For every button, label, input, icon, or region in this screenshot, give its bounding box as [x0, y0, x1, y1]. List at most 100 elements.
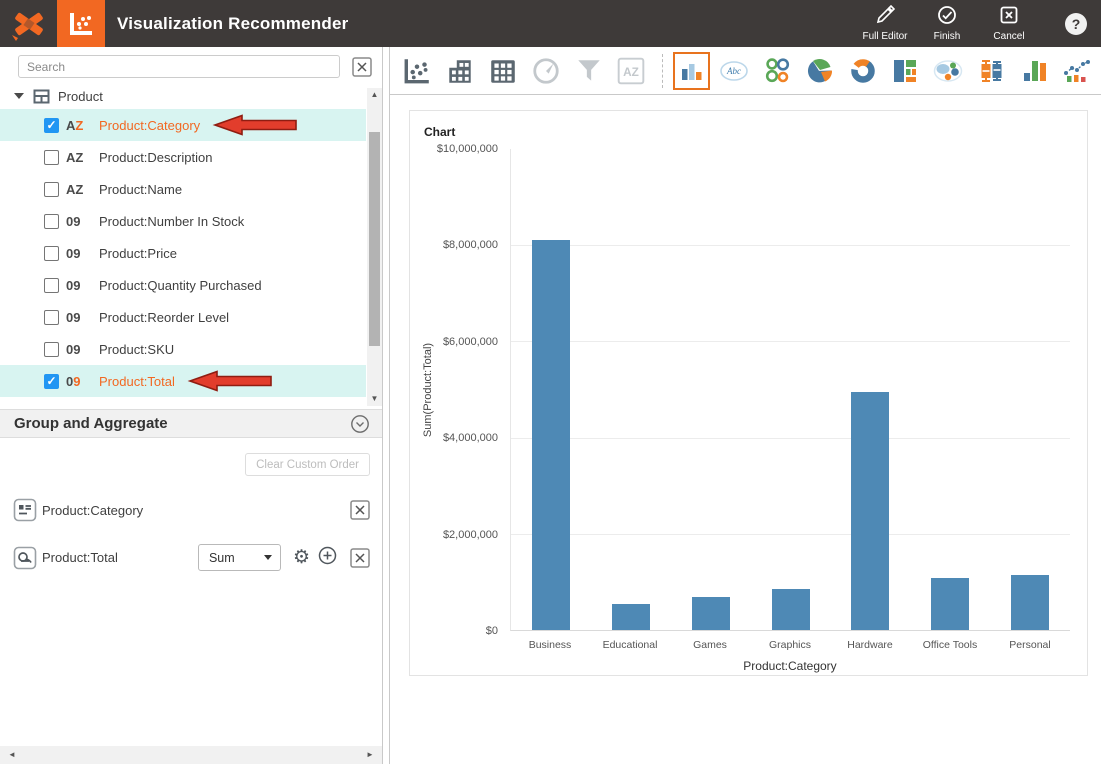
y-tick-label: $10,000,000 [437, 143, 498, 155]
text-field-icon: AZ [66, 182, 88, 197]
field-row[interactable]: 09Product:Reorder Level [0, 301, 366, 333]
measure-icon [13, 546, 37, 570]
aggregate-select[interactable]: Sum [198, 544, 281, 571]
close-square-icon [999, 5, 1019, 28]
scrollbar-thumb[interactable] [369, 132, 380, 346]
field-row[interactable]: 09Product:Total [0, 365, 366, 397]
y-tick-label: $0 [486, 625, 498, 637]
pie-chart-icon[interactable] [801, 52, 838, 90]
field-row[interactable]: 09Product:SKU [0, 333, 366, 365]
chart-title: Chart [424, 125, 455, 139]
field-label: Product:Total [99, 374, 175, 389]
caret-down-icon[interactable] [14, 93, 24, 99]
toolbar-separator [662, 54, 663, 88]
gridline [511, 245, 1070, 246]
word-cloud-icon[interactable]: Abc [716, 52, 753, 90]
field-row[interactable]: 09 Product:Number In Stock [0, 205, 366, 237]
gear-icon[interactable]: ⚙ [293, 548, 310, 567]
panel-resizer[interactable] [383, 47, 390, 764]
gridline [511, 534, 1070, 535]
gauge-icon[interactable] [527, 52, 564, 90]
donut-chart-icon[interactable] [844, 52, 881, 90]
x-tick-label: Personal [990, 639, 1070, 651]
visualization-icon [57, 0, 105, 47]
scroll-left-icon[interactable]: ◄ [4, 746, 20, 764]
field-checkbox[interactable] [44, 310, 59, 325]
svg-text:AZ: AZ [624, 65, 640, 78]
filter-icon[interactable] [570, 52, 607, 90]
scatter-plot-icon[interactable] [399, 52, 436, 90]
column-chart-icon[interactable] [1015, 52, 1052, 90]
collapse-chevron-icon[interactable] [350, 414, 370, 434]
field-checkbox[interactable] [44, 374, 59, 389]
sidebar-horizontal-scrollbar[interactable]: ◄ ► [0, 746, 382, 764]
field-list-scrollbar[interactable]: ▲ ▼ [367, 88, 382, 406]
numeric-field-icon: 09 [66, 214, 88, 229]
chart-preview-area: Chart Sum(Product:Total) $10,000,000$8,0… [390, 95, 1101, 764]
check-circle-icon [937, 5, 957, 28]
field-checkbox[interactable] [44, 246, 59, 261]
remove-measure-icon[interactable] [350, 548, 370, 568]
app-logo-icon[interactable] [0, 6, 57, 42]
field-checkbox[interactable] [44, 150, 59, 165]
field-checkbox[interactable] [44, 118, 59, 133]
field-row[interactable]: AZProduct:Category [0, 109, 366, 141]
field-checkbox[interactable] [44, 182, 59, 197]
chart-type-toolbar: AZ Abc [390, 47, 1101, 95]
x-tick-label: Games [670, 639, 750, 651]
scroll-up-icon[interactable]: ▲ [367, 88, 382, 102]
bar-chart-icon[interactable] [673, 52, 710, 90]
scroll-right-icon[interactable]: ► [362, 746, 378, 764]
x-tick-label: Educational [590, 639, 670, 651]
y-tick-label: $6,000,000 [443, 336, 498, 348]
search-input[interactable] [18, 55, 340, 78]
scroll-down-icon[interactable]: ▼ [367, 392, 382, 406]
group-field-row: Product:Category [0, 498, 382, 522]
sort-az-icon[interactable]: AZ [613, 52, 650, 90]
field-row[interactable]: AZProduct:Description [0, 141, 366, 173]
main-panel: AZ Abc [390, 47, 1101, 764]
x-tick-label: Business [510, 639, 590, 651]
annotation-arrow-icon [212, 114, 297, 139]
x-axis-ticks: BusinessEducationalGamesGraphicsHardware… [510, 639, 1070, 653]
field-checkbox[interactable] [44, 342, 59, 357]
aggregate-selected-value: Sum [209, 551, 235, 565]
bubble-cluster-icon[interactable] [930, 52, 967, 90]
full-editor-button[interactable]: Full Editor [861, 5, 909, 42]
measure-field-row: Product:Total Sum ⚙ [0, 544, 382, 571]
clear-search-icon[interactable] [352, 57, 372, 77]
finish-button[interactable]: Finish [923, 5, 971, 42]
field-row[interactable]: 09Product:Price [0, 237, 366, 269]
field-label: Product:Reorder Level [99, 310, 229, 325]
field-checkbox[interactable] [44, 214, 59, 229]
tree-node-label: Product [58, 89, 103, 104]
field-label: Product:Number In Stock [99, 214, 244, 229]
pivot-table-icon[interactable] [442, 52, 479, 90]
group-and-aggregate-panel: Group and Aggregate Clear Custom Order [0, 409, 382, 571]
measure-field-label: Product:Total [42, 550, 118, 565]
plot-area [510, 149, 1070, 631]
field-checkbox[interactable] [44, 278, 59, 293]
tree-node-product[interactable]: Product [0, 83, 366, 109]
field-row[interactable]: AZProduct:Name [0, 173, 366, 205]
help-button[interactable]: ? [1065, 13, 1087, 35]
bar-office-tools [931, 578, 969, 630]
add-aggregate-icon[interactable] [318, 546, 337, 570]
field-label: Product:SKU [99, 342, 174, 357]
bubble-chart-icon[interactable] [759, 52, 796, 90]
clear-custom-order-button[interactable]: Clear Custom Order [245, 453, 370, 476]
treemap-icon[interactable] [887, 52, 924, 90]
bar-personal [1011, 575, 1049, 630]
cancel-button[interactable]: Cancel [985, 5, 1033, 42]
numeric-field-icon: 09 [66, 246, 88, 261]
boxplot-icon[interactable] [973, 52, 1010, 90]
remove-group-icon[interactable] [350, 500, 370, 520]
data-grid-icon[interactable] [485, 52, 522, 90]
field-row[interactable]: 09Product:Quantity Purchased [0, 269, 366, 301]
text-field-icon: AZ [66, 118, 88, 133]
group-attribute-icon [13, 498, 37, 522]
group-aggregate-title: Group and Aggregate [14, 415, 168, 432]
annotation-arrow-icon [187, 370, 272, 395]
combo-chart-icon[interactable] [1058, 52, 1095, 90]
page-title: Visualization Recommender [117, 14, 348, 34]
